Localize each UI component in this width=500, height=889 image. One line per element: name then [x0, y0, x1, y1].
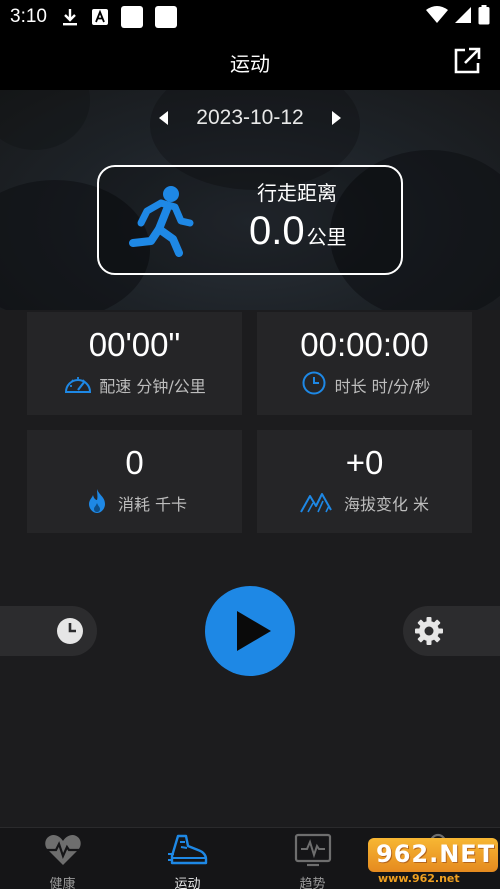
calories-stat-tile: 0 消耗 千卡 — [27, 430, 242, 533]
date-navigator: 2023-10-12 — [0, 98, 500, 138]
play-icon — [237, 611, 271, 651]
font-icon — [91, 8, 109, 26]
pace-stat-tile: 00'00" 配速 分钟/公里 — [27, 312, 242, 415]
nav-item-trend[interactable]: 趋势 — [250, 828, 375, 889]
heart-pulse-icon — [43, 832, 83, 872]
flame-icon — [82, 488, 112, 518]
settings-button[interactable] — [403, 606, 500, 656]
calories-label: 消耗 千卡 — [117, 495, 188, 514]
history-button[interactable] — [0, 606, 97, 656]
page-title: 运动 — [230, 51, 270, 76]
signal-icon — [454, 6, 472, 29]
nav-label-trend: 趋势 — [299, 877, 326, 889]
nav-label-sport: 运动 — [174, 877, 201, 889]
runner-icon — [123, 183, 197, 257]
gear-icon — [414, 616, 444, 646]
watermark-url: www.962.net — [378, 872, 460, 885]
duration-stat-tile: 00:00:00 时长 时/分/秒 — [257, 312, 472, 415]
status-time: 3:10 — [10, 6, 47, 27]
distance-card: 行走距离 0.0 公里 — [97, 165, 403, 275]
watermark-logo: 962.NET — [376, 840, 496, 868]
calories-value: 0 — [125, 444, 144, 481]
download-icon — [61, 7, 79, 27]
site-watermark: 962.NET www.962.net — [368, 838, 498, 888]
share-icon[interactable] — [452, 46, 482, 76]
elevation-label: 海拔变化 米 — [343, 495, 430, 514]
nav-item-health[interactable]: 健康 — [0, 828, 125, 889]
distance-unit: 公里 — [306, 225, 347, 249]
status-bar: 3:10 — [0, 0, 500, 34]
elevation-value: +0 — [345, 444, 384, 481]
elevation-stat-tile: +0 海拔变化 米 — [257, 430, 472, 533]
pace-label: 配速 分钟/公里 — [99, 377, 206, 396]
notification-icon — [120, 6, 143, 28]
duration-value: 00:00:00 — [300, 326, 429, 363]
shoe-icon — [167, 832, 208, 872]
current-date[interactable]: 2023-10-12 — [196, 106, 303, 130]
trend-monitor-icon — [293, 832, 333, 872]
history-clock-icon — [55, 616, 85, 646]
battery-icon — [478, 4, 490, 30]
distance-label: 行走距离 — [257, 181, 337, 205]
nav-item-sport[interactable]: 运动 — [125, 828, 250, 889]
mountain-icon — [300, 488, 338, 518]
clock-icon — [299, 370, 329, 400]
notification-icon — [154, 6, 177, 28]
speedometer-icon — [63, 370, 93, 400]
app-header: 运动 — [0, 34, 500, 90]
pace-value: 00'00" — [88, 326, 181, 363]
nav-label-health: 健康 — [49, 877, 76, 889]
previous-day-arrow-icon[interactable] — [159, 111, 169, 125]
next-day-arrow-icon[interactable] — [331, 111, 341, 125]
distance-value: 0.0 — [249, 209, 305, 253]
start-workout-button[interactable] — [205, 586, 295, 676]
duration-label: 时长 时/分/秒 — [334, 377, 431, 396]
wifi-icon — [426, 5, 448, 29]
